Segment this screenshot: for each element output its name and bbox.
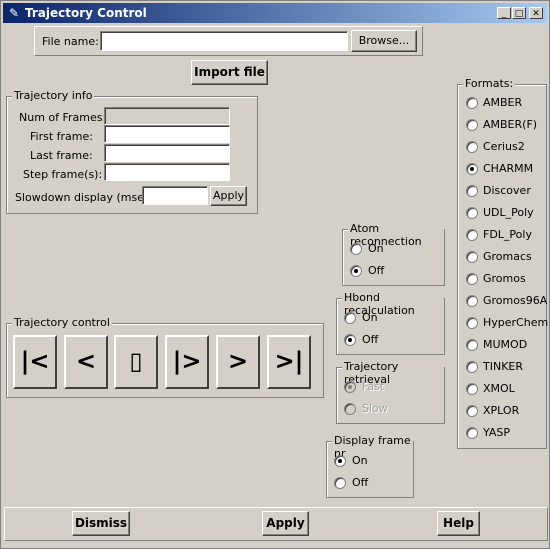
file-name-label: File name: xyxy=(42,35,99,48)
format-radio-gromos[interactable] xyxy=(466,273,478,285)
previous-frame-button[interactable]: < xyxy=(64,335,108,389)
trajectory-info-title: Trajectory info xyxy=(12,89,95,102)
trajectory-control-title: Trajectory control xyxy=(12,316,112,329)
footer-bar: Dismiss Apply Help xyxy=(4,507,548,541)
num-frames-field xyxy=(104,107,230,125)
format-radio-mumod[interactable] xyxy=(466,339,478,351)
retrieval-slow-label: Slow xyxy=(362,402,388,415)
minimize-button[interactable]: _ xyxy=(497,7,511,19)
last-frame-input[interactable] xyxy=(104,144,230,162)
browse-button[interactable]: Browse... xyxy=(351,30,417,52)
format-radio-tinker[interactable] xyxy=(466,361,478,373)
first-frame-button[interactable]: |< xyxy=(13,335,57,389)
first-frame-label: First frame: xyxy=(30,130,93,143)
last-frame-button[interactable]: >| xyxy=(267,335,311,389)
first-frame-input[interactable] xyxy=(104,125,230,143)
format-radio-xplor[interactable] xyxy=(466,405,478,417)
trajectory-retrieval-group: Trajectory retrieval Fast Slow xyxy=(336,360,445,424)
format-label: Gromacs xyxy=(483,250,532,263)
atom-reconnection-title: Atom reconnection xyxy=(348,222,444,248)
display-frame-off-label: Off xyxy=(352,476,369,489)
format-label: Cerius2 xyxy=(483,140,525,153)
format-label: Discover xyxy=(483,184,531,197)
atom-reconnection-off-label: Off xyxy=(368,264,385,277)
window-title: Trajectory Control xyxy=(25,6,147,20)
atom-reconnection-group: Atom reconnection On Off xyxy=(342,222,445,286)
trajectory-retrieval-title: Trajectory retrieval xyxy=(342,360,444,386)
display-frame-on-label: On xyxy=(352,454,368,467)
feather-icon: ✎ xyxy=(9,6,20,20)
format-radio-hyperchem[interactable] xyxy=(466,317,478,329)
formats-title: Formats: xyxy=(463,77,516,90)
format-radio-discover[interactable] xyxy=(466,185,478,197)
format-label: YASP xyxy=(483,426,511,439)
maximize-button[interactable]: □ xyxy=(512,7,526,19)
format-label: AMBER(F) xyxy=(483,118,538,131)
format-radio-yasp[interactable] xyxy=(466,427,478,439)
hbond-off-radio[interactable] xyxy=(344,334,356,346)
hbond-on-label: On xyxy=(362,311,378,324)
atom-reconnection-on-label: On xyxy=(368,242,384,255)
last-frame-label: Last frame: xyxy=(30,149,93,162)
title-bar[interactable]: ✎ Trajectory Control _ □ ✕ xyxy=(3,3,547,23)
retrieval-slow-radio[interactable] xyxy=(344,403,356,415)
apply-button[interactable]: Apply xyxy=(262,511,309,536)
formats-group: Formats: AMBER AMBER(F) Cerius2 CHARMM Disco… xyxy=(457,77,549,449)
atom-reconnection-off-radio[interactable] xyxy=(350,265,362,277)
slowdown-apply-button[interactable]: Apply xyxy=(210,186,247,206)
format-radio-cerius2[interactable] xyxy=(466,141,478,153)
format-radio-gromos96a[interactable] xyxy=(466,295,478,307)
format-label: FDL_Poly xyxy=(483,228,532,241)
play-button[interactable]: |> xyxy=(165,335,209,389)
format-label: AMBER xyxy=(483,96,523,109)
format-label: MUMOD xyxy=(483,338,528,351)
hbond-recalculation-group: Hbond recalculation On Off xyxy=(336,291,445,355)
hbond-off-label: Off xyxy=(362,333,379,346)
atom-reconnection-on-radio[interactable] xyxy=(350,243,362,255)
dismiss-button[interactable]: Dismiss xyxy=(72,511,130,536)
file-name-input[interactable] xyxy=(100,31,348,51)
format-radio-fdl-poly[interactable] xyxy=(466,229,478,241)
trajectory-info-group: Trajectory info Num of Frames: First fra… xyxy=(6,89,258,214)
format-label: Gromos xyxy=(483,272,526,285)
format-label: XPLOR xyxy=(483,404,520,417)
display-frame-off-radio[interactable] xyxy=(334,477,346,489)
display-frame-group: Display frame nr On Off xyxy=(326,434,414,498)
step-frames-label: Step frame(s): xyxy=(23,168,103,181)
file-frame: File name: Browse... xyxy=(34,26,423,56)
format-radio-charmm[interactable] xyxy=(466,163,478,175)
import-file-button[interactable]: Import file xyxy=(191,60,268,85)
format-radio-amber[interactable] xyxy=(466,97,478,109)
retrieval-fast-radio[interactable] xyxy=(344,381,356,393)
format-label: CHARMM xyxy=(483,162,534,175)
format-label: XMOL xyxy=(483,382,515,395)
format-label: TINKER xyxy=(483,360,523,373)
help-button[interactable]: Help xyxy=(437,511,480,536)
num-frames-label: Num of Frames: xyxy=(19,111,107,124)
format-radio-udl-poly[interactable] xyxy=(466,207,478,219)
format-label: HyperChem xyxy=(483,316,549,329)
next-frame-button[interactable]: > xyxy=(216,335,260,389)
hbond-on-radio[interactable] xyxy=(344,312,356,324)
slowdown-input[interactable] xyxy=(142,186,208,205)
format-radio-xmol[interactable] xyxy=(466,383,478,395)
format-label: Gromos96A xyxy=(483,294,548,307)
step-frames-input[interactable] xyxy=(104,163,230,181)
retrieval-fast-label: Fast xyxy=(362,380,385,393)
trajectory-control-window: ✎ Trajectory Control _ □ ✕ File name: Br… xyxy=(0,0,550,549)
close-button[interactable]: ✕ xyxy=(529,7,543,19)
format-radio-gromacs[interactable] xyxy=(466,251,478,263)
display-frame-on-radio[interactable] xyxy=(334,455,346,467)
stop-button[interactable]: ▯ xyxy=(114,335,158,389)
format-label: UDL_Poly xyxy=(483,206,534,219)
format-radio-amber-f-[interactable] xyxy=(466,119,478,131)
slowdown-label: Slowdown display (msec): xyxy=(15,191,159,204)
hbond-recalculation-title: Hbond recalculation xyxy=(342,291,444,317)
